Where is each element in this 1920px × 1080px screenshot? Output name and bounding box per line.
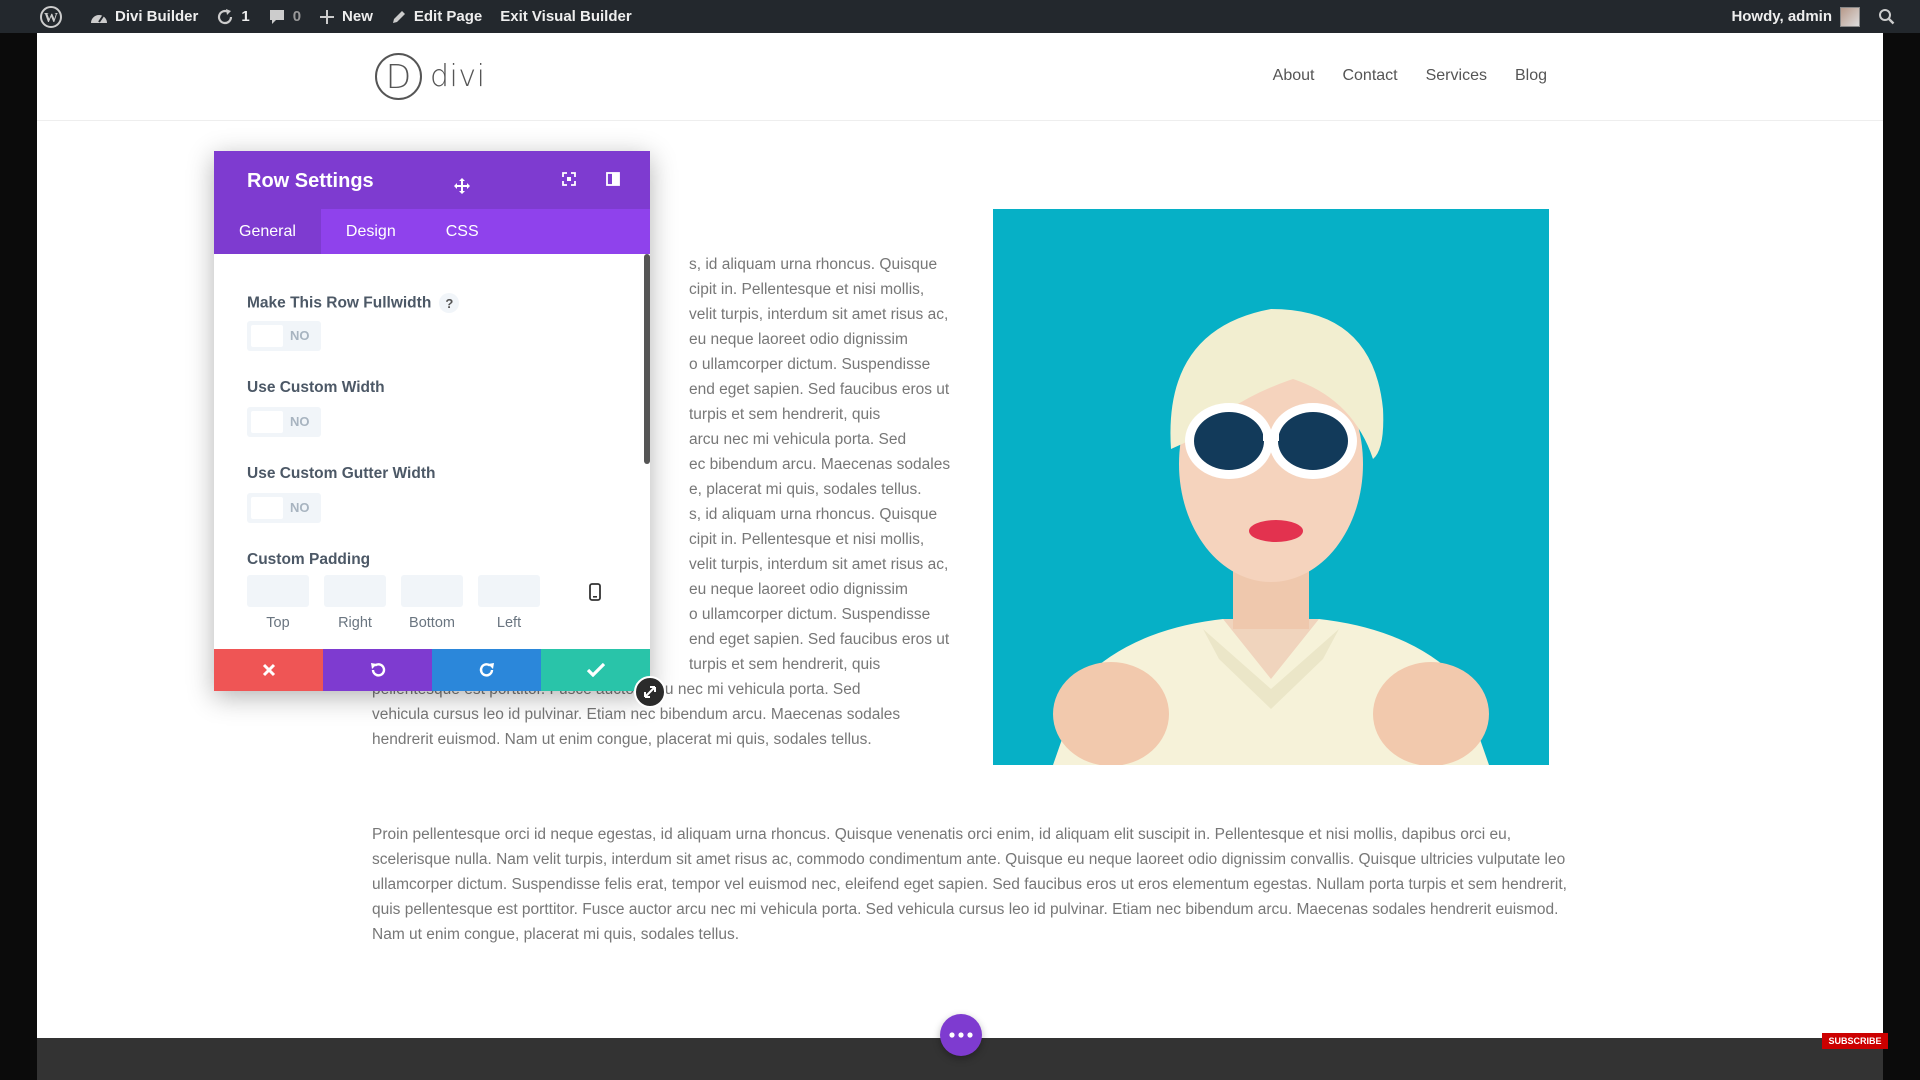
padding-bottom-input[interactable] [401,575,463,607]
padding-top-label: Top [266,615,290,631]
fullwidth-label-text: Make This Row Fullwidth [247,294,432,312]
site-logo[interactable]: D divi [375,53,485,100]
toggle-knob [251,497,283,519]
nav-link-services[interactable]: Services [1426,67,1487,85]
text-line: hendrerit euismod. Nam ut enim congue, p… [372,731,872,748]
toggle-state: NO [290,414,310,429]
tab-css[interactable]: CSS [421,209,504,254]
modal-scrollbar[interactable] [644,254,650,464]
toggle-knob [251,325,283,347]
subscribe-badge[interactable]: SUBSCRIBE [1822,1033,1888,1049]
snap-to-side-button[interactable] [602,168,624,190]
nav-link-blog[interactable]: Blog [1515,67,1547,85]
edit-page-label: Edit Page [413,8,483,25]
ellipsis-icon [949,1032,973,1038]
exit-visual-builder-link[interactable]: Exit Visual Builder [491,0,640,33]
dashboard-icon [91,14,107,23]
howdy-label: Howdy, admin [1731,8,1832,25]
text-line: vehicula cursus leo id pulvinar. Etiam n… [372,706,901,723]
site-header: D divi About Contact Services Blog [37,33,1883,121]
modal-tabs: General Design CSS [214,209,650,254]
undo-button[interactable] [323,649,432,691]
modal-header[interactable]: Row Settings [214,151,650,209]
expand-modal-button[interactable] [558,168,580,190]
main-navigation: About Contact Services Blog [1273,67,1547,85]
site-name-label: Divi Builder [115,8,199,25]
hero-image[interactable] [993,209,1549,765]
sidebar-icon [606,172,620,186]
padding-right-label: Right [338,615,372,631]
refresh-icon [218,8,233,24]
comments-menu[interactable]: 0 [259,0,310,33]
save-button[interactable] [541,649,650,691]
nav-link-contact[interactable]: Contact [1342,67,1397,85]
undo-icon [370,663,385,677]
checkmark-icon [586,663,605,677]
padding-left-label: Left [496,615,522,631]
padding-bottom-label: Bottom [409,615,455,631]
edit-page-link[interactable]: Edit Page [382,0,491,33]
custom-width-toggle[interactable]: NO [247,407,321,437]
custom-padding-label: Custom Padding [247,551,371,568]
modal-title: Row Settings [247,170,374,192]
help-icon[interactable]: ? [439,293,460,313]
resize-icon [644,686,656,698]
modal-footer [214,649,650,691]
updates-menu[interactable]: 1 [207,0,258,33]
gutter-width-label: Use Custom Gutter Width [247,465,436,482]
padding-left-input[interactable] [478,575,540,607]
responsive-toggle[interactable] [589,583,601,606]
wp-admin-bar: W Divi Builder 1 0 New Edit Page Exit Vi… [0,0,1920,33]
svg-text:W: W [44,11,58,26]
full-width-paragraph[interactable]: Proin pellentesque orci id neque egestas… [372,822,1584,947]
tab-general[interactable]: General [214,209,321,254]
toggle-state: NO [290,328,310,343]
comment-icon [269,9,284,24]
row-settings-modal: Row Settings General Design CSS Make Thi… [214,151,650,691]
new-content-menu[interactable]: New [310,0,382,33]
padding-top-input[interactable] [247,575,309,607]
move-icon[interactable] [454,178,470,199]
fullwidth-setting-label: Make This Row Fullwidth? [247,293,460,313]
site-name-menu[interactable]: Divi Builder [81,0,207,33]
logo-mark: D [375,53,422,100]
custom-width-label: Use Custom Width [247,379,385,396]
fullscreen-icon [562,172,576,186]
toggle-state: NO [290,500,310,515]
admin-bar-secondary: Howdy, admin [1722,0,1920,33]
fullwidth-toggle[interactable]: NO [247,321,321,351]
logo-wordmark: divi [430,59,486,94]
tab-design[interactable]: Design [321,209,421,254]
my-account-menu[interactable]: Howdy, admin [1722,0,1869,33]
plus-icon [320,9,335,24]
redo-button[interactable] [432,649,541,691]
close-icon [262,663,275,677]
avatar [1840,6,1860,27]
screen: W Divi Builder 1 0 New Edit Page Exit Vi… [0,0,1920,1080]
phone-icon [589,583,601,601]
page-settings-button[interactable] [940,1014,982,1056]
pencil-icon [392,10,405,23]
new-label: New [342,8,373,25]
wordpress-logo-icon[interactable]: W [0,0,81,33]
cancel-button[interactable] [214,649,323,691]
comments-count: 0 [292,8,302,25]
search-icon [1879,9,1895,25]
updates-count: 1 [241,8,250,25]
admin-search-button[interactable] [1869,0,1920,33]
padding-right-input[interactable] [324,575,386,607]
nav-link-about[interactable]: About [1273,67,1315,85]
modal-resize-handle[interactable] [634,676,666,708]
exit-visual-builder-label: Exit Visual Builder [500,8,632,25]
gutter-width-toggle[interactable]: NO [247,493,321,523]
woman-sunglasses-photo [993,209,1549,765]
toggle-knob [251,411,283,433]
redo-icon [479,663,494,677]
